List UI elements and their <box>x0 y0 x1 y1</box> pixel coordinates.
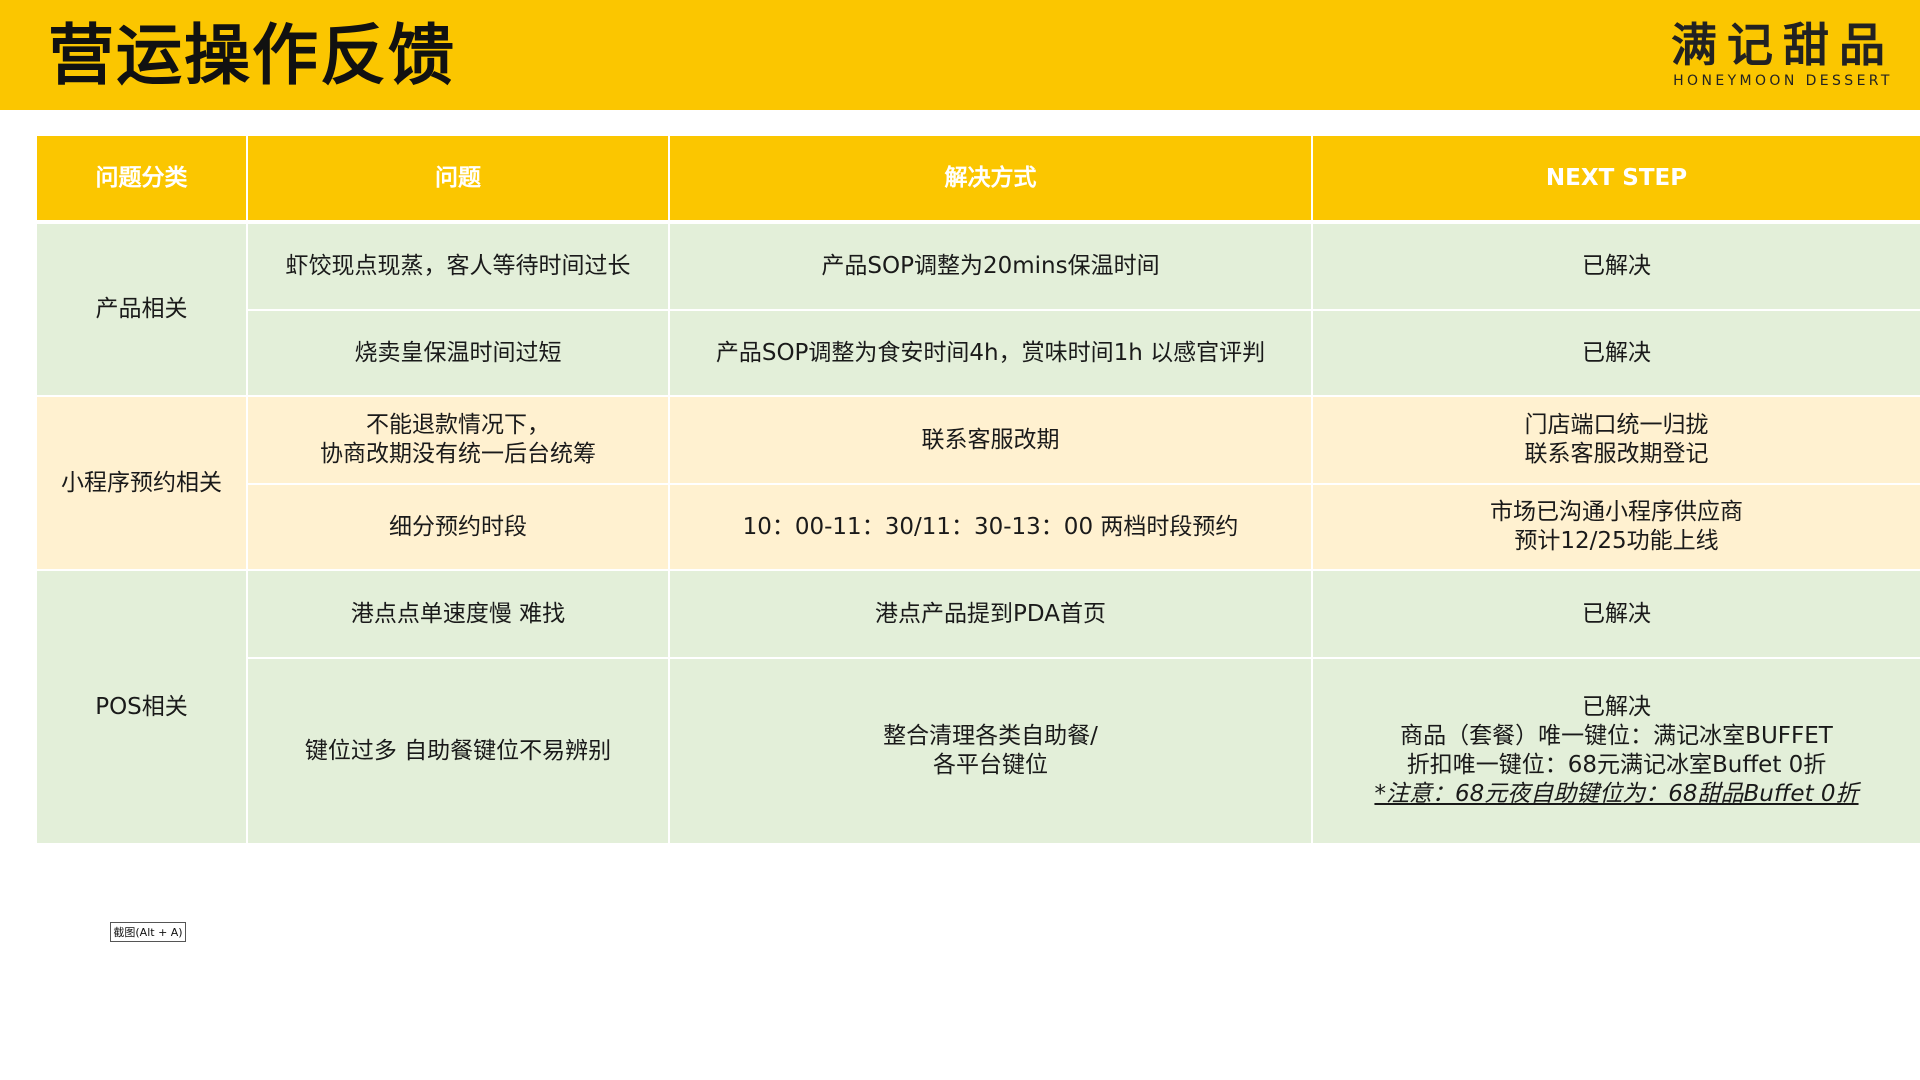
header-issue: 问题 <box>246 134 670 224</box>
issue-text: 不能退款情况下， <box>366 412 550 438</box>
issue-cell: 细分预约时段 <box>246 483 670 571</box>
next-step-text: 门店端口统一归拢 <box>1524 412 1709 438</box>
next-step-text: 市场已沟通小程序供应商 <box>1490 499 1743 525</box>
solution-text: 港点产品提到PDA首页 <box>875 600 1106 627</box>
table-row: 产品相关 虾饺现点现蒸，客人等待时间过长 产品SOP调整为20mins保温时间 … <box>35 221 1920 397</box>
next-step-note: *注意：68元夜自助键位为：68甜品Buffet 0折 <box>1374 781 1859 807</box>
issue-cell: 烧卖皇保温时间过短 <box>246 309 670 397</box>
issue-text: 烧卖皇保温时间过短 <box>354 339 562 366</box>
next-step-text: 商品（套餐）唯一键位：满记冰室BUFFET <box>1400 723 1833 749</box>
header-category: 问题分类 <box>35 134 248 224</box>
solution-text: 产品SOP调整为食安时间4h，赏味时间1h 以感官评判 <box>715 339 1266 366</box>
category-cell: 小程序预约相关 <box>35 395 248 571</box>
table-row: POS相关 港点点单速度慢 难找 港点产品提到PDA首页 已解决 <box>35 569 1920 845</box>
solution-text: 产品SOP调整为20mins保温时间 <box>821 253 1160 279</box>
solution-text: 联系客服改期 <box>921 426 1060 453</box>
issue-cell: 不能退款情况下， 协商改期没有统一后台统筹 <box>246 395 670 485</box>
table-row: 细分预约时段 10：00-11：30/11：30-13：00 两档时段预约 市场… <box>36 483 1920 571</box>
page-title: 营运操作反馈 <box>48 17 456 94</box>
next-step-text: 已解决 <box>1582 694 1651 720</box>
next-step-cell: 已解决 <box>1311 221 1920 311</box>
next-step-cell: 已解决 商品（套餐）唯一键位：满记冰室BUFFET 折扣唯一键位：68元满记冰室… <box>1311 657 1920 845</box>
header-solution: 解决方式 <box>668 134 1313 224</box>
issue-text: 虾饺现点现蒸，客人等待时间过长 <box>285 253 631 279</box>
next-step-text: 已解决 <box>1582 339 1651 366</box>
next-step-text: 联系客服改期登记 <box>1524 441 1709 467</box>
issue-text: 协商改期没有统一后台统筹 <box>320 441 596 467</box>
brand-name-en: HONEYMOON DESSERT <box>1673 73 1893 89</box>
issue-text: 键位过多 自助餐键位不易辨别 <box>304 737 612 764</box>
next-step-cell: 门店端口统一归拢 联系客服改期登记 <box>1311 395 1920 485</box>
feedback-table: 问题分类 问题 解决方式 NEXT STEP 产品相关 虾饺现点现蒸，客人等待时… <box>35 134 1920 845</box>
table-row: 烧卖皇保温时间过短 产品SOP调整为食安时间4h，赏味时间1h 以感官评判 已解… <box>36 309 1920 397</box>
issue-text: 港点点单速度慢 难找 <box>350 600 566 627</box>
next-step-cell: 市场已沟通小程序供应商 预计12/25功能上线 <box>1311 483 1920 571</box>
brand-name-cn: 满记甜品 <box>1671 18 1895 72</box>
solution-cell: 产品SOP调整为20mins保温时间 <box>668 221 1313 311</box>
issue-cell: 虾饺现点现蒸，客人等待时间过长 <box>246 221 670 311</box>
solution-cell: 10：00-11：30/11：30-13：00 两档时段预约 <box>668 483 1313 571</box>
issue-cell: 键位过多 自助餐键位不易辨别 <box>246 657 670 845</box>
solution-cell: 整合清理各类自助餐/ 各平台键位 <box>668 657 1313 845</box>
next-step-text: 折扣唯一键位：68元满记冰室Buffet 0折 <box>1406 752 1827 778</box>
next-step-text: 已解决 <box>1582 600 1651 627</box>
issue-cell: 港点点单速度慢 难找 <box>246 569 670 659</box>
issue-text: 细分预约时段 <box>389 513 527 540</box>
header-next-step: NEXT STEP <box>1311 134 1920 224</box>
category-cell: POS相关 <box>35 569 248 845</box>
solution-text: 各平台键位 <box>933 752 1048 778</box>
solution-cell: 联系客服改期 <box>668 395 1313 485</box>
next-step-text: 预计12/25功能上线 <box>1514 528 1719 554</box>
screenshot-button[interactable]: 截图(Alt + A) <box>110 922 186 942</box>
table-row: 键位过多 自助餐键位不易辨别 整合清理各类自助餐/ 各平台键位 已解决 商品（套… <box>36 657 1920 845</box>
table-header-row: 问题分类 问题 解决方式 NEXT STEP <box>35 134 1920 224</box>
brand-logo: 满记甜品 HONEYMOON DESSERT <box>1658 18 1908 90</box>
table-row: 小程序预约相关 不能退款情况下， 协商改期没有统一后台统筹 联系客服改期 门店端… <box>35 395 1920 571</box>
solution-text: 整合清理各类自助餐/ <box>883 723 1098 749</box>
solution-cell: 港点产品提到PDA首页 <box>668 569 1313 659</box>
solution-text: 10：00-11：30/11：30-13：00 两档时段预约 <box>742 513 1239 540</box>
category-cell: 产品相关 <box>35 221 248 397</box>
header-bar: 营运操作反馈 满记甜品 HONEYMOON DESSERT <box>0 0 1920 110</box>
next-step-cell: 已解决 <box>1311 569 1920 659</box>
next-step-cell: 已解决 <box>1311 309 1920 397</box>
next-step-text: 已解决 <box>1582 253 1651 279</box>
solution-cell: 产品SOP调整为食安时间4h，赏味时间1h 以感官评判 <box>668 309 1313 397</box>
